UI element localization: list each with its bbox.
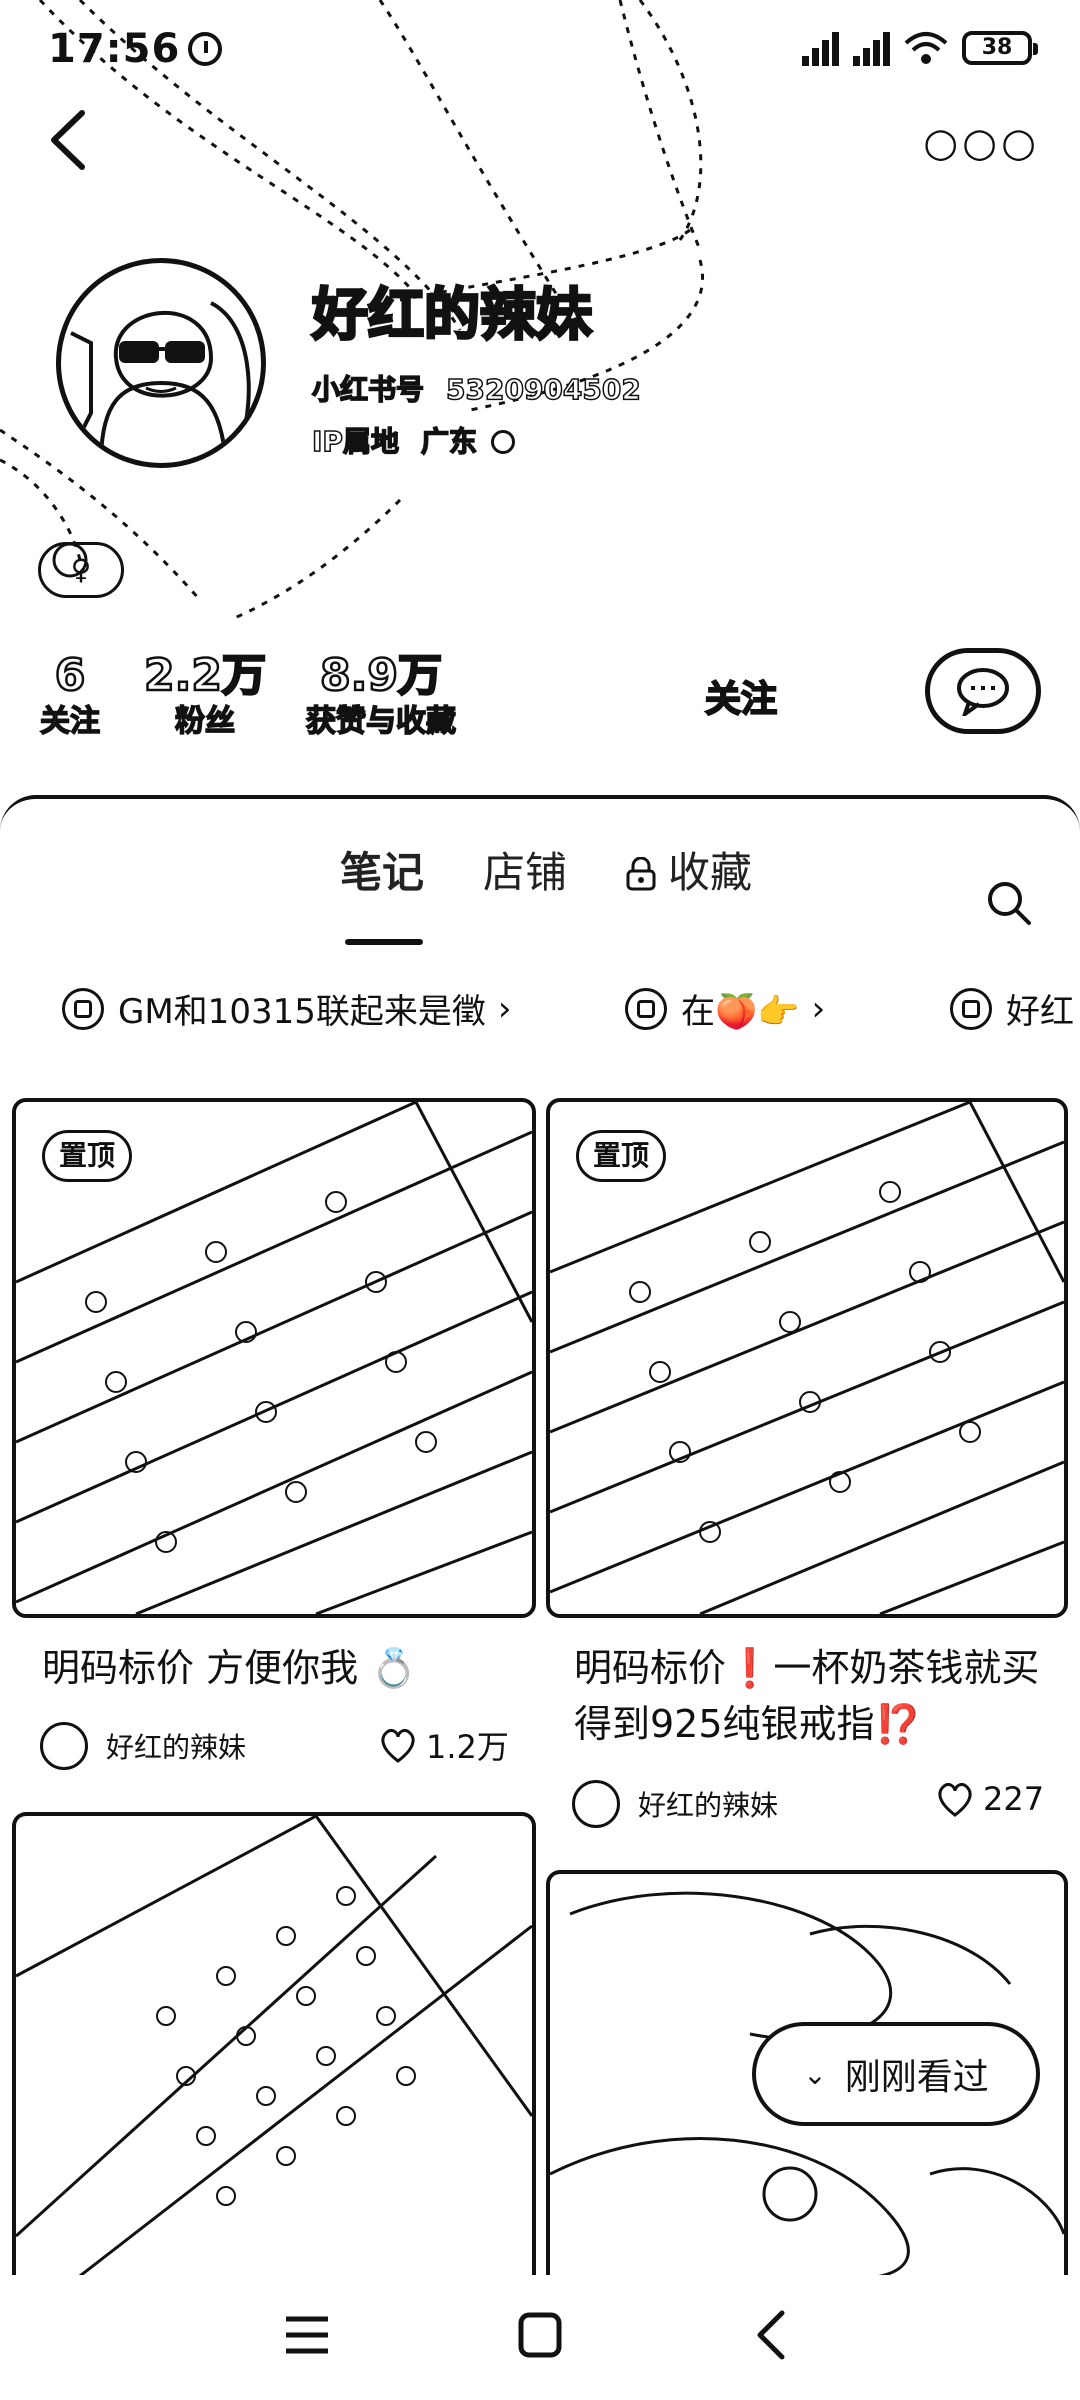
more-options-button[interactable]: ○○○ <box>923 120 1040 166</box>
note-author[interactable]: 好红的辣妹 <box>572 1780 778 1828</box>
signal-icon <box>802 30 839 66</box>
chat-icon <box>957 668 1009 716</box>
menu-icon[interactable] <box>272 2305 342 2365</box>
wifi-icon <box>904 32 948 64</box>
alarm-icon <box>188 32 223 66</box>
message-button[interactable] <box>925 648 1041 734</box>
back-button[interactable] <box>40 105 100 175</box>
heart-icon <box>381 1729 415 1763</box>
lock-icon <box>626 857 656 891</box>
search-icon[interactable] <box>985 879 1033 927</box>
ip-location-label: IP属地 <box>311 424 399 459</box>
like-button[interactable]: 1.2万 <box>378 1722 509 1768</box>
username: 好红的辣妹 <box>311 282 594 350</box>
tab-store[interactable]: 店铺 <box>483 839 567 900</box>
note-card-image[interactable]: 置顶 <box>546 1098 1068 1618</box>
profile-header: 17:56 38 ○○○ 好红的辣妹 小红书号5320904502 IP属地广 <box>0 0 1080 800</box>
avatar[interactable] <box>56 258 266 468</box>
battery-indicator: 38 <box>962 31 1038 65</box>
user-id-line: 小红书号 5320904502 <box>311 368 641 408</box>
gender-badge: ♀ <box>38 542 124 598</box>
collection-chips: GM和10315联起来是徵 › 在🍑👉 › 好红 <box>0 984 1080 1044</box>
pinned-badge: 置顶 <box>42 1130 133 1182</box>
tab-notes[interactable]: 笔记 <box>340 839 424 900</box>
double-chevron-down-icon: ⌄ <box>803 2057 827 2091</box>
note-card-image[interactable] <box>12 1812 536 2275</box>
status-time: 17:56 <box>48 26 223 72</box>
note-image-rings-tray <box>16 1816 532 2275</box>
note-title[interactable]: 明码标价 方便你我 💍 <box>42 1640 522 1696</box>
system-icons: 38 <box>802 30 1038 66</box>
tab-bar: 笔记 店铺 收藏 <box>0 839 1080 945</box>
follow-button[interactable]: 关注 <box>704 670 778 722</box>
avatar-image <box>70 301 251 463</box>
heart-icon <box>938 1783 972 1817</box>
collection-chip[interactable]: 在🍑👉 › <box>625 984 825 1033</box>
stat-followers[interactable]: 2.2万 粉丝 <box>140 649 270 742</box>
chevron-right-icon: › <box>497 988 512 1029</box>
system-navigation-bar <box>0 2275 1080 2400</box>
note-card-image[interactable]: 置顶 <box>12 1098 536 1618</box>
stat-following[interactable]: 6 关注 <box>30 649 110 742</box>
info-icon[interactable] <box>490 430 515 454</box>
collection-icon <box>950 987 992 1030</box>
author-avatar <box>572 1780 620 1828</box>
home-icon[interactable] <box>505 2305 575 2365</box>
signal-icon <box>853 30 890 66</box>
author-avatar <box>40 1722 88 1770</box>
collection-chip[interactable]: GM和10315联起来是徵 › <box>62 984 511 1033</box>
recently-viewed-button[interactable]: ⌄ 刚刚看过 <box>752 2022 1040 2126</box>
like-button[interactable]: 227 <box>935 1780 1044 1818</box>
back-nav-icon[interactable] <box>738 2305 808 2365</box>
user-id-label: 小红书号 <box>311 372 425 407</box>
note-title[interactable]: 明码标价❗一杯奶茶钱就买得到925纯银戒指⁉️ <box>574 1640 1054 1752</box>
tab-collections[interactable]: 收藏 <box>626 839 752 900</box>
active-tab-indicator <box>345 939 423 945</box>
ip-location-value: 广东 <box>420 424 478 459</box>
collection-icon <box>625 987 667 1030</box>
stat-likes-collects[interactable]: 8.9万 获赞与收藏 <box>296 649 466 742</box>
chevron-right-icon: › <box>811 988 826 1029</box>
user-id-value: 5320904502 <box>445 372 641 407</box>
pinned-badge: 置顶 <box>576 1130 667 1182</box>
note-author[interactable]: 好红的辣妹 <box>40 1722 246 1770</box>
collection-icon <box>62 987 104 1030</box>
collection-chip[interactable]: 好红 <box>950 984 1074 1033</box>
ip-location-line: IP属地 广东 <box>311 420 515 460</box>
